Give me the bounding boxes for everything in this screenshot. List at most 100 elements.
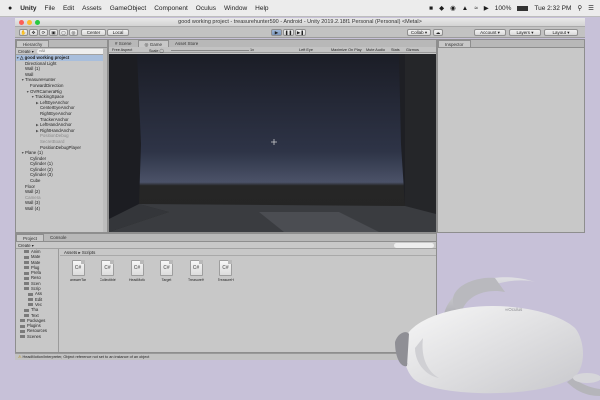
pivot-toggle-button[interactable]: Center [81, 29, 106, 36]
layout-label: Layout ▾ [552, 29, 570, 35]
account-dropdown[interactable]: Account ▾ [474, 29, 506, 36]
hierarchy-tabbar: Hierarchy [16, 40, 107, 48]
spotlight-icon[interactable]: ⚲ [577, 4, 582, 12]
script-asset[interactable]: C# TreasureHun [218, 260, 234, 282]
hierarchy-item-label: Wall [25, 71, 34, 77]
status-icon-2[interactable]: ◆ [439, 4, 444, 12]
tab-scene[interactable]: # Scene [109, 40, 138, 47]
transform-tool-icon[interactable]: ◎ [69, 29, 78, 36]
app-menu-unity[interactable]: Unity [20, 5, 36, 12]
folder-icon [24, 260, 29, 264]
hierarchy-item-label: LeftEyeAnchor [40, 99, 69, 105]
project-search-input[interactable] [394, 242, 434, 248]
tab-hierarchy[interactable]: Hierarchy [16, 40, 50, 47]
project-folder-item[interactable]: Scenes [18, 334, 58, 339]
folder-icon [24, 271, 29, 275]
breadcrumb-assets[interactable]: Assets [64, 250, 77, 255]
tab-asset-store[interactable]: Asset Store [169, 40, 204, 47]
stats-toggle[interactable]: Stats [391, 48, 400, 52]
mute-audio-toggle[interactable]: Mute Audio [366, 48, 385, 52]
hierarchy-item-label: TrackerAnchor [40, 116, 69, 122]
collab-button[interactable]: Collab ▾ [407, 29, 431, 36]
menu-component[interactable]: Component [154, 5, 188, 12]
battery-percent[interactable]: 100% [495, 5, 512, 12]
project-folder-label: Tha [31, 307, 39, 313]
pause-button[interactable]: ❚❚ [283, 29, 294, 36]
space-toggle-button[interactable]: Local [107, 29, 129, 36]
csharp-file-icon: C# [71, 260, 85, 276]
gizmos-dropdown[interactable]: Gizmos [406, 48, 419, 52]
battery-icon[interactable] [517, 5, 529, 11]
menu-oculus[interactable]: Oculus [196, 5, 216, 12]
menu-window[interactable]: Window [224, 5, 247, 12]
window-close-button[interactable] [19, 20, 24, 25]
status-icon-3[interactable]: ◉ [450, 4, 456, 12]
folder-icon [20, 324, 25, 328]
script-asset[interactable]: C# HeadMotionD [129, 260, 145, 282]
tab-console[interactable]: Console [44, 234, 73, 241]
hierarchy-item-label: TrackingSpace [35, 94, 65, 100]
script-asset[interactable]: C# Target [159, 260, 175, 282]
menu-file[interactable]: File [44, 5, 54, 12]
hierarchy-create-button[interactable]: Create ▾ [18, 49, 34, 54]
display-dropdown[interactable]: Free Aspect [112, 48, 132, 52]
script-asset[interactable]: C# TreasureHun [188, 260, 204, 282]
project-folder-label: Vec [35, 301, 42, 307]
menu-gameobject[interactable]: GameObject [110, 5, 147, 12]
hierarchy-item[interactable]: Wall (4) [16, 206, 107, 212]
menu-edit[interactable]: Edit [63, 5, 74, 12]
script-asset-label: answerTarget [70, 278, 86, 282]
hierarchy-item-label: CenterEyeAnchor [40, 105, 75, 111]
hierarchy-item-label: Cylinder (3) [30, 172, 53, 178]
notification-center-icon[interactable]: ☰ [588, 4, 594, 12]
status-icon-1[interactable]: ■ [429, 5, 433, 12]
move-tool-icon[interactable]: ✥ [29, 29, 38, 36]
cloud-icon[interactable]: ☁ [433, 29, 443, 36]
layout-dropdown[interactable]: Layout ▾ [544, 29, 578, 36]
clock[interactable]: Tue 2:32 PM [534, 5, 571, 12]
status-bar[interactable]: ⚠ HeadMotion/Interpreter, Object referen… [15, 353, 437, 360]
hierarchy-item-label: Camera [25, 194, 41, 200]
game-view-render[interactable] [109, 54, 436, 232]
status-icon-4[interactable]: ▲ [462, 5, 468, 12]
project-folder-label: Ass [35, 291, 42, 297]
maximize-on-play-toggle[interactable]: Maximize On Play [331, 48, 362, 52]
tab-game[interactable]: ◎ Game [137, 40, 169, 47]
scale-slider[interactable] [171, 49, 249, 51]
project-folder-label: Text [31, 312, 39, 318]
script-asset[interactable]: C# answerTarget [70, 260, 86, 282]
breadcrumb-scripts[interactable]: Scripts [82, 250, 95, 255]
hierarchy-item-label: Wall (3) [25, 200, 40, 206]
project-folder-label: Packages [27, 317, 46, 323]
menu-assets[interactable]: Assets [82, 5, 102, 12]
play-button[interactable]: ▶ [271, 29, 282, 36]
window-zoom-button[interactable] [35, 20, 40, 25]
hand-tool-icon[interactable]: ✋ [19, 29, 28, 36]
rotate-tool-icon[interactable]: ⟳ [39, 29, 48, 36]
oculus-headset-image: ∞Oculus [395, 268, 600, 400]
hierarchy-scrollbar[interactable] [103, 48, 107, 232]
space-label: Local [112, 30, 124, 35]
layers-dropdown[interactable]: Layers ▾ [509, 29, 541, 36]
hierarchy-search-input[interactable]: ⌕All [36, 48, 105, 54]
menu-help[interactable]: Help [255, 5, 268, 12]
rect-tool-icon[interactable]: ▢ [59, 29, 68, 36]
hierarchy-item-label: TreasureHunter [25, 77, 56, 83]
volume-icon[interactable]: ▶ [484, 4, 489, 12]
tab-inspector[interactable]: Inspector [438, 40, 471, 47]
wifi-icon[interactable]: ≈ [474, 5, 478, 12]
project-folder-label: Scenes [27, 333, 41, 339]
hierarchy-item-label: Cylinder (1) [30, 161, 53, 167]
hierarchy-item-label: Cube [30, 178, 41, 184]
hierarchy-panel: Hierarchy Create ▾ ⌕All ▼△ good working … [15, 39, 108, 233]
eye-dropdown[interactable]: Left Eye [299, 48, 313, 52]
window-minimize-button[interactable] [27, 20, 32, 25]
scene-tab-label: # Scene [115, 41, 132, 46]
tab-project[interactable]: Project [16, 234, 45, 241]
step-button[interactable]: ▶❚ [295, 29, 306, 36]
scale-tool-icon[interactable]: ▣ [49, 29, 58, 36]
project-create-button[interactable]: Create ▾ [18, 243, 34, 248]
script-asset[interactable]: C# CollectibleTr [100, 260, 116, 282]
apple-menu-icon[interactable]: ● [8, 5, 12, 12]
hierarchy-item-label: PositionDebugPlayer [40, 144, 82, 150]
